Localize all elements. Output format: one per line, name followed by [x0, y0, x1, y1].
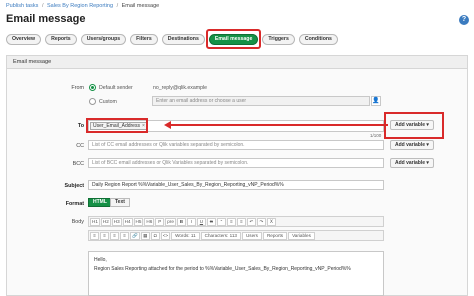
to-token-highlight — [86, 118, 148, 133]
paragraph-button[interactable]: P — [155, 217, 165, 226]
tab-triggers[interactable]: Triggers — [262, 34, 295, 45]
custom-sender-input[interactable]: Enter an email address or choose a user — [152, 96, 370, 106]
breadcrumb-separator: / — [116, 3, 119, 9]
default-sender-value: no_reply@qlik.example — [153, 85, 207, 91]
breadcrumb-task[interactable]: Sales By Region Reporting — [47, 3, 113, 9]
custom-sender-label: Custom — [99, 99, 117, 105]
breadcrumb-publish-tasks[interactable]: Publish tasks — [6, 3, 38, 9]
highlight-arrow-head — [164, 121, 171, 129]
format-label: Format — [65, 201, 84, 207]
special-char-icon[interactable]: Ω — [150, 231, 160, 240]
body-greeting: Hello, — [94, 257, 107, 263]
tab-reports[interactable]: Reports — [45, 34, 77, 45]
align-right-icon[interactable]: ≡ — [110, 231, 119, 240]
strikethrough-button[interactable]: S — [206, 217, 216, 226]
subject-input[interactable]: Daily Region Report %%Variable_User_Sale… — [88, 180, 384, 190]
insert-reports-button[interactable]: Reports — [262, 231, 288, 240]
source-code-icon[interactable]: <> — [160, 231, 171, 240]
panel-title: Email message — [7, 56, 467, 69]
insert-variables-button[interactable]: Variables — [288, 231, 315, 240]
italic-button[interactable]: I — [186, 217, 196, 226]
tab-conditions[interactable]: Conditions — [298, 34, 338, 45]
from-label: From — [71, 85, 84, 91]
format-html-button[interactable]: HTML — [88, 198, 112, 207]
default-sender-label: Default sender — [99, 85, 133, 91]
heading4-button[interactable]: H4 — [122, 217, 133, 226]
preformatted-button[interactable]: pre — [165, 217, 176, 226]
user-picker-icon[interactable]: 👤 — [371, 96, 381, 106]
bcc-input[interactable]: List of BCC email addresses or Qlik Vari… — [88, 158, 384, 168]
breadcrumb: Publish tasks / Sales By Region Reportin… — [6, 3, 159, 9]
subject-label: Subject — [64, 183, 84, 189]
tab-users-groups[interactable]: Users/groups — [80, 34, 127, 45]
default-sender-radio[interactable] — [89, 84, 96, 91]
table-icon[interactable]: ▦ — [140, 231, 150, 240]
heading3-button[interactable]: H3 — [111, 217, 122, 226]
undo-icon[interactable]: ↶ — [246, 217, 256, 226]
highlight-arrow-line — [170, 124, 388, 126]
ordered-list-icon[interactable]: ≡ — [226, 217, 236, 226]
cc-add-variable-button[interactable]: Add variable ▾ — [390, 140, 434, 150]
align-center-icon[interactable]: ≡ — [100, 231, 109, 240]
bold-button[interactable]: B — [176, 217, 186, 226]
add-variable-highlight — [384, 112, 444, 139]
redo-icon[interactable]: ↷ — [256, 217, 266, 226]
bcc-label: BCC — [72, 161, 84, 167]
editor-toolbar-row2: ≡ ≡ ≡ ≡ 🔗 ▦ Ω <> Words: 11 Characters: 1… — [88, 230, 384, 241]
help-icon[interactable]: ? — [459, 15, 469, 25]
tab-highlight-box — [206, 29, 261, 49]
to-counter: 1/100 — [370, 133, 382, 138]
custom-sender-radio[interactable] — [89, 98, 96, 105]
heading5-button[interactable]: H5 — [133, 217, 144, 226]
tab-overview[interactable]: Overview — [6, 34, 42, 45]
bcc-add-variable-button[interactable]: Add variable ▾ — [390, 158, 434, 168]
cc-label: CC — [76, 143, 84, 149]
clear-format-icon[interactable]: Ⅹ — [266, 217, 276, 226]
link-icon[interactable]: 🔗 — [130, 231, 140, 240]
heading1-button[interactable]: H1 — [90, 217, 100, 226]
insert-users-button[interactable]: Users — [241, 231, 262, 240]
quote-icon[interactable]: " — [216, 217, 226, 226]
cc-input[interactable]: List of CC email addresses or Qlik varia… — [88, 140, 384, 150]
align-justify-icon[interactable]: ≡ — [120, 231, 129, 240]
page-title: Email message — [6, 13, 86, 25]
tab-filters[interactable]: Filters — [130, 34, 158, 45]
heading6-button[interactable]: H6 — [144, 217, 155, 226]
heading2-button[interactable]: H2 — [100, 217, 111, 226]
align-left-icon[interactable]: ≡ — [90, 231, 99, 240]
breadcrumb-separator: / — [41, 3, 44, 9]
body-label: Body — [71, 219, 84, 225]
character-count: Characters: 113 — [200, 231, 241, 240]
body-content: Region Sales Reporting attached for the … — [94, 266, 351, 272]
editor-toolbar-row1: H1 H2 H3 H4 H5 H6 P pre B I U S " ≡ ≡ ↶ … — [88, 216, 384, 227]
to-label: To — [77, 123, 84, 129]
format-text-button[interactable]: Text — [110, 198, 130, 207]
breadcrumb-current: Email message — [121, 3, 160, 9]
body-editor[interactable]: Hello, Region Sales Reporting attached f… — [88, 251, 384, 296]
tab-destinations[interactable]: Destinations — [161, 34, 205, 45]
word-count: Words: 11 — [171, 231, 200, 240]
underline-button[interactable]: U — [196, 217, 206, 226]
tab-bar: Overview Reports Users/groups Filters De… — [6, 34, 338, 45]
unordered-list-icon[interactable]: ≡ — [236, 217, 246, 226]
